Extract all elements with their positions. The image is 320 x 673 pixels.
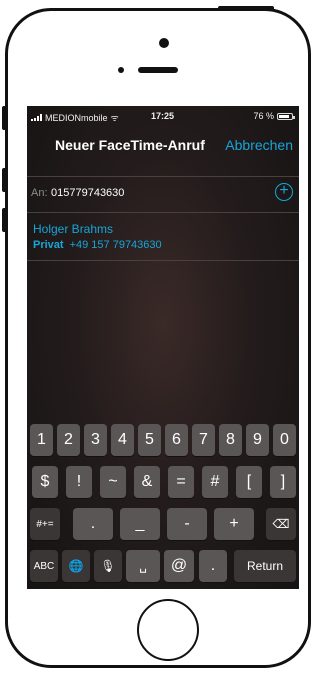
key-at[interactable]: @ [164, 550, 194, 582]
key-equals[interactable]: = [168, 466, 194, 498]
cancel-button[interactable]: Abbrechen [225, 137, 293, 153]
key-9[interactable]: 9 [246, 424, 269, 456]
key-period[interactable]: . [73, 508, 113, 540]
key-8[interactable]: 8 [219, 424, 242, 456]
divider [27, 176, 299, 177]
contact-number: +49 157 79743630 [69, 239, 162, 251]
key-plus[interactable]: + [214, 508, 254, 540]
keyboard: 1 2 3 4 5 6 7 8 9 0 $ ! ~ & = # [ ] #+= … [27, 418, 299, 589]
key-4[interactable]: 4 [111, 424, 134, 456]
key-ampersand[interactable]: & [134, 466, 160, 498]
key-7[interactable]: 7 [192, 424, 215, 456]
battery-percent: 76 % [253, 111, 274, 121]
symbols-shift-key[interactable]: #+= [30, 508, 60, 540]
key-hash[interactable]: # [202, 466, 228, 498]
key-dot[interactable]: . [199, 550, 227, 582]
contact-suggestion[interactable]: Holger Brahms Privat +49 157 79743630 [33, 222, 162, 251]
battery-icon [277, 112, 295, 120]
status-bar: MEDIONmobile ᯤ 17:25 76 % [27, 106, 299, 126]
key-dollar[interactable]: $ [32, 466, 58, 498]
space-key[interactable]: ␣ [126, 550, 160, 582]
contact-number-type: Privat [33, 239, 64, 251]
status-time: 17:25 [151, 111, 175, 121]
navigation-bar: Neuer FaceTime-Anruf Abbrechen [27, 130, 299, 160]
delete-key[interactable]: ⌫ [266, 508, 296, 540]
key-6[interactable]: 6 [165, 424, 188, 456]
divider [27, 260, 299, 261]
globe-icon[interactable]: 🌐 [62, 550, 90, 582]
recipient-label: An: [31, 187, 48, 199]
carrier-name: MEDIONmobile [45, 112, 108, 123]
key-2[interactable]: 2 [57, 424, 80, 456]
key-0[interactable]: 0 [273, 424, 296, 456]
home-button[interactable] [137, 599, 199, 661]
key-5[interactable]: 5 [138, 424, 161, 456]
key-tilde[interactable]: ~ [100, 466, 126, 498]
key-open-bracket[interactable]: [ [236, 466, 262, 498]
abc-key[interactable]: ABC [30, 550, 58, 582]
return-key[interactable]: Return [234, 550, 296, 582]
key-exclamation[interactable]: ! [66, 466, 92, 498]
key-hyphen[interactable]: - [167, 508, 207, 540]
add-contact-button[interactable]: + [275, 183, 293, 201]
proximity-sensor [118, 67, 124, 73]
recipient-input[interactable]: 015779743630 [51, 187, 124, 199]
earpiece-speaker [138, 67, 178, 73]
wifi-icon: ᯤ [110, 113, 119, 123]
key-close-bracket[interactable]: ] [270, 466, 296, 498]
screen: MEDIONmobile ᯤ 17:25 76 % Neuer FaceTime… [27, 106, 299, 589]
recipient-field[interactable]: An: 015779743630 + [27, 180, 299, 208]
key-1[interactable]: 1 [30, 424, 53, 456]
signal-icon [31, 114, 42, 121]
key-3[interactable]: 3 [84, 424, 107, 456]
key-underscore[interactable]: _ [120, 508, 160, 540]
front-camera [159, 38, 169, 48]
divider [27, 212, 299, 213]
contact-name: Holger Brahms [33, 222, 114, 236]
microphone-icon[interactable]: 🎙 [94, 550, 122, 582]
page-title: Neuer FaceTime-Anruf [55, 137, 205, 153]
